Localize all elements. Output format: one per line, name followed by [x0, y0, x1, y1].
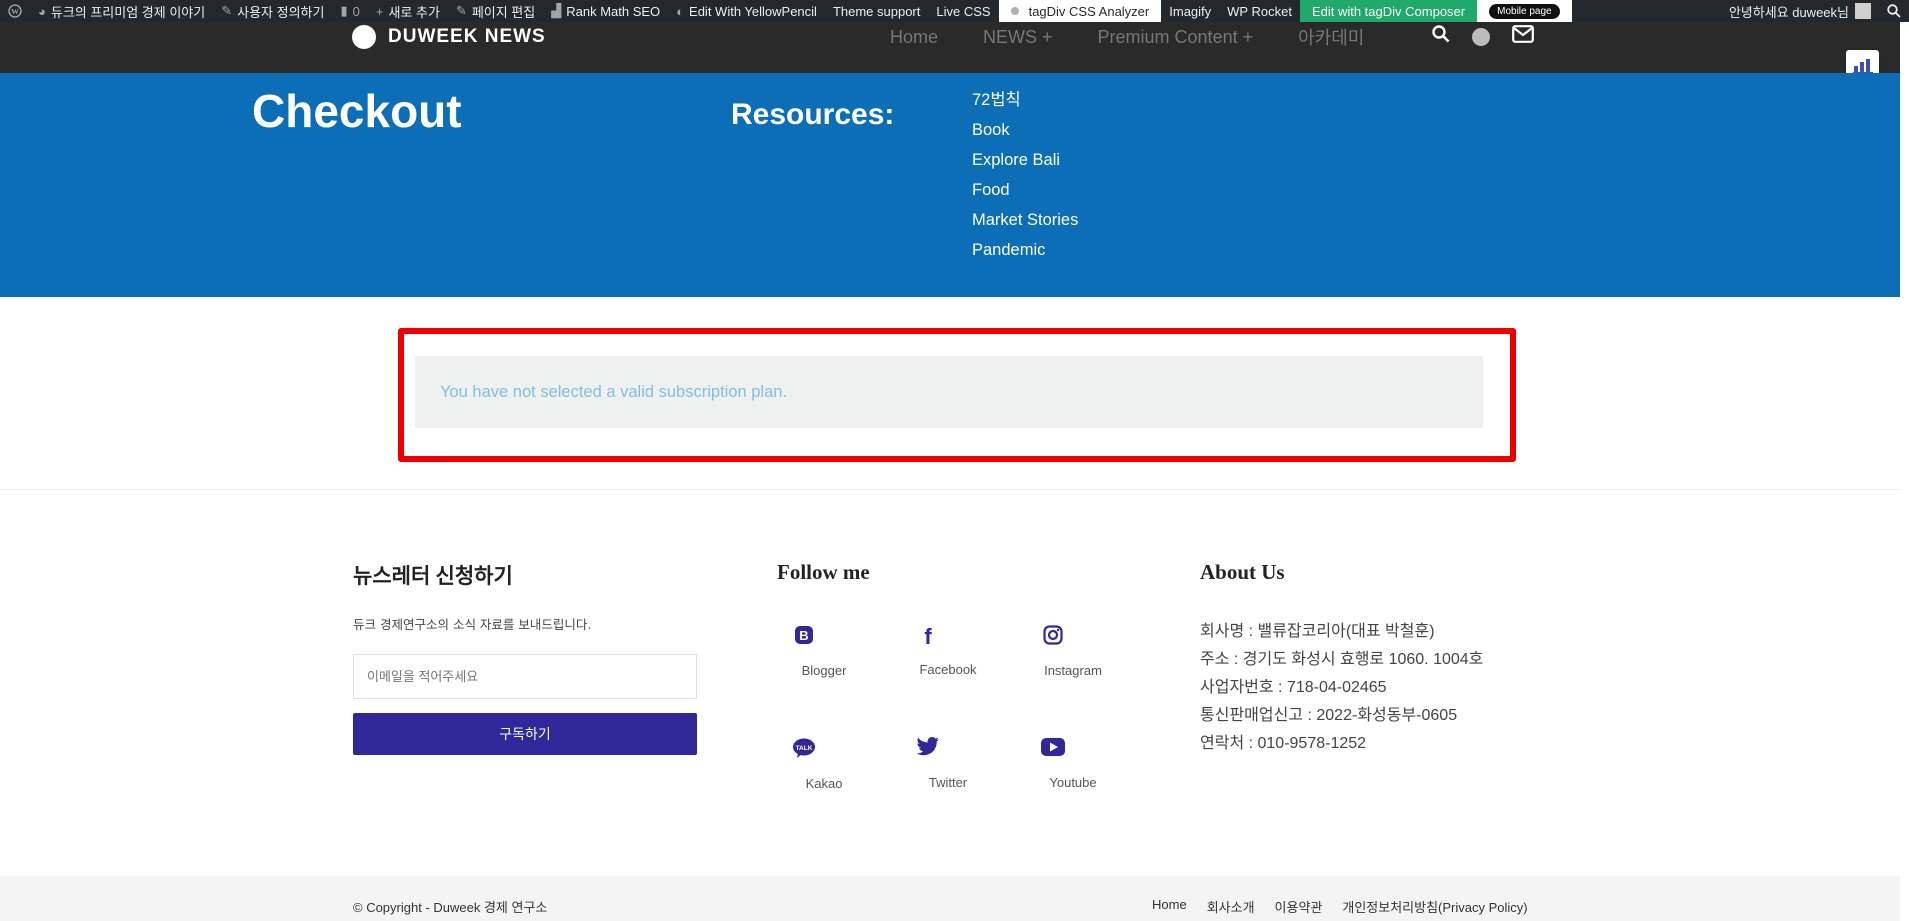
pencil-icon: ✎: [455, 3, 467, 18]
checkout-notice: You have not selected a valid subscripti…: [415, 356, 1483, 428]
admin-live-css[interactable]: Live CSS: [928, 0, 998, 22]
footer-bottom-bar: [0, 876, 1900, 921]
rank-math-icon: ▟: [551, 3, 562, 18]
admin-customize[interactable]: ✎ 사용자 정의하기: [213, 0, 332, 22]
page-title: Checkout: [252, 85, 462, 137]
footer-divider: [0, 489, 1900, 490]
email-field[interactable]: [353, 654, 697, 699]
follow-title: Follow me: [777, 560, 870, 584]
header-icons: [1432, 22, 1534, 46]
notice-message: You have not selected a valid subscripti…: [440, 382, 788, 401]
dashboard-icon: ◕: [38, 3, 46, 19]
twitter-icon: [915, 737, 941, 763]
brush-icon: ✎: [221, 3, 233, 18]
avatar: [1855, 3, 1871, 19]
mail-icon[interactable]: [1512, 25, 1534, 49]
comment-icon: ▮: [340, 3, 348, 18]
instagram-icon: [1040, 624, 1066, 650]
resources-title: Resources:: [731, 98, 895, 131]
nav-item-premium-content[interactable]: Premium Content +: [1098, 27, 1254, 48]
status-dot-icon: [1010, 7, 1019, 15]
logo-icon: [352, 25, 376, 49]
admin-new-content[interactable]: + 새로 추가: [368, 0, 448, 22]
plus-icon: +: [375, 3, 384, 19]
social-link-facebook[interactable]: f Facebook: [898, 624, 998, 677]
resource-link[interactable]: Book: [972, 120, 1078, 150]
about-title: About Us: [1200, 560, 1285, 584]
admin-site-name[interactable]: ◕ 듀크의 프리미엄 경제 이야기: [30, 0, 213, 22]
resource-link[interactable]: Explore Bali: [972, 150, 1078, 180]
search-icon[interactable]: [1432, 25, 1450, 49]
resource-link[interactable]: Food: [972, 180, 1078, 210]
newsletter-title: 뉴스레터 신청하기: [353, 564, 513, 588]
blogger-icon: B: [791, 624, 817, 650]
copyright-text: © Copyright - Duweek 경제 연구소: [353, 900, 548, 915]
footer-link-terms[interactable]: 이용약관: [1275, 897, 1323, 916]
resources-list: 72법칙 Book Explore Bali Food Market Stori…: [972, 90, 1078, 270]
kakao-icon: TALK: [791, 737, 817, 763]
main-nav: Home NEWS + Premium Content + 아카데미: [890, 22, 1409, 49]
youtube-icon: [1040, 737, 1066, 763]
resource-link[interactable]: Market Stories: [972, 210, 1078, 240]
admin-tagdiv-composer[interactable]: Edit with tagDiv Composer: [1299, 0, 1478, 22]
site-logo[interactable]: DUWEEK NEWS: [352, 22, 546, 49]
yellowpencil-icon: ◐: [676, 3, 685, 19]
admin-theme-support[interactable]: Theme support: [825, 0, 928, 22]
footer-links: Home 회사소개 이용약관 개인정보처리방침(Privacy Policy): [1152, 897, 1528, 916]
social-link-kakao[interactable]: TALK Kakao: [774, 737, 874, 791]
facebook-icon: f: [924, 624, 932, 649]
newsletter-description: 듀크 경제연구소의 소식 자료를 보내드립니다.: [353, 617, 592, 632]
social-link-instagram[interactable]: Instagram: [1023, 624, 1123, 678]
subscribe-button[interactable]: 구독하기: [353, 713, 697, 755]
svg-text:W: W: [11, 7, 19, 16]
social-link-twitter[interactable]: Twitter: [898, 737, 998, 790]
wordpress-logo-icon[interactable]: W: [0, 0, 30, 22]
admin-yellowpencil[interactable]: ◐ Edit With YellowPencil: [668, 0, 825, 22]
admin-edit-page[interactable]: ✎ 페이지 편집: [448, 0, 543, 22]
about-sales-registration: 통신판매업신고 : 2022-화성동부-0605: [1200, 707, 1458, 724]
resource-link[interactable]: Pandemic: [972, 240, 1078, 270]
admin-css-analyzer[interactable]: tagDiv CSS Analyzer: [998, 0, 1162, 22]
nav-item-academy[interactable]: 아카데미: [1298, 24, 1364, 50]
admin-account[interactable]: 안녕하세요 duweek님: [1721, 0, 1879, 22]
admin-bar: W ◕ 듀크의 프리미엄 경제 이야기 ✎ 사용자 정의하기 ▮ 0 + 새로 추가 ✎…: [0, 0, 1909, 22]
admin-comments[interactable]: ▮ 0: [332, 0, 367, 22]
nav-item-news[interactable]: NEWS +: [983, 27, 1053, 48]
svg-text:TALK: TALK: [796, 745, 813, 752]
site-header: DUWEEK NEWS Home NEWS + Premium Content …: [0, 22, 1900, 73]
user-icon[interactable]: [1472, 28, 1490, 46]
resource-link[interactable]: 72법칙: [972, 90, 1078, 120]
admin-wp-rocket[interactable]: WP Rocket: [1219, 0, 1300, 22]
social-link-youtube[interactable]: Youtube: [1023, 737, 1123, 790]
about-address: 주소 : 경기도 화성시 효행로 1060. 1004호: [1200, 651, 1484, 668]
about-company: 회사명 : 밸류잡코리아(대표 박철훈): [1200, 623, 1435, 640]
nav-item-home[interactable]: Home: [890, 27, 938, 48]
admin-mobile-page[interactable]: Mobile page: [1477, 0, 1572, 22]
svg-text:B: B: [799, 628, 808, 643]
admin-imagify[interactable]: Imagify: [1161, 0, 1219, 22]
footer-link-privacy[interactable]: 개인정보처리방침(Privacy Policy): [1342, 897, 1527, 916]
admin-rank-math[interactable]: ▟ Rank Math SEO: [543, 0, 668, 22]
about-business-number: 사업자번호 : 718-04-02465: [1200, 679, 1387, 696]
admin-search-icon[interactable]: [1879, 0, 1909, 22]
about-contact: 연락처 : 010-9578-1252: [1200, 735, 1367, 752]
social-link-blogger[interactable]: B Blogger: [774, 624, 874, 678]
footer-link-about[interactable]: 회사소개: [1207, 897, 1255, 916]
footer-link-home[interactable]: Home: [1152, 897, 1187, 916]
